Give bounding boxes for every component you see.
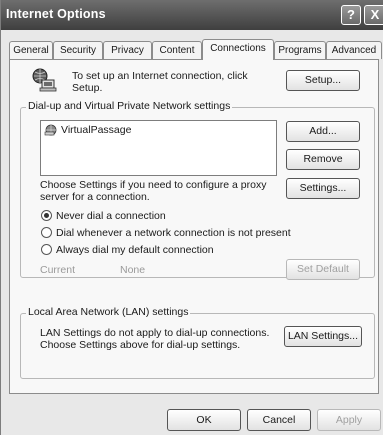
lan-settings-legend: Local Area Network (LAN) settings [26, 306, 191, 318]
tab-programs[interactable]: Programs [274, 41, 326, 59]
radio-dial-when-no-network-label: Dial whenever a network connection is no… [56, 227, 291, 239]
tab-strip: General Security Privacy Content Connect… [1, 39, 383, 61]
internet-options-dialog: Internet Options ? X General Security Pr… [0, 0, 383, 435]
radio-never-dial[interactable]: Never dial a connection [41, 209, 271, 223]
lan-text-line2: Choose Settings above for dial-up settin… [40, 339, 241, 351]
tab-content[interactable]: Content [152, 41, 202, 59]
ok-button[interactable]: OK [167, 409, 241, 431]
connection-name: VirtualPassage [61, 124, 132, 136]
radio-always-dial[interactable]: Always dial my default connection [41, 243, 281, 257]
add-button[interactable]: Add... [286, 121, 360, 142]
tab-privacy[interactable]: Privacy [103, 41, 152, 59]
radio-never-dial-label: Never dial a connection [56, 210, 166, 222]
lan-settings-button[interactable]: LAN Settings... [284, 326, 362, 347]
remove-button[interactable]: Remove [286, 149, 360, 170]
setup-text-line2: Setup. [72, 82, 103, 94]
cancel-button[interactable]: Cancel [247, 409, 311, 431]
current-label: Current [40, 264, 76, 276]
connections-listbox[interactable]: VirtualPassage [40, 120, 277, 176]
radio-never-dial-indicator[interactable] [41, 210, 52, 221]
tab-advanced[interactable]: Advanced [326, 41, 382, 59]
dialup-connection-icon [44, 123, 58, 139]
help-button[interactable]: ? [341, 5, 361, 25]
settings-button[interactable]: Settings... [286, 178, 360, 199]
list-item[interactable]: VirtualPassage [44, 123, 272, 137]
setup-text-line1: To set up an Internet connection, click [72, 70, 248, 82]
apply-button[interactable]: Apply [317, 409, 381, 431]
radio-always-dial-label: Always dial my default connection [56, 244, 214, 256]
tab-connections[interactable]: Connections [202, 39, 274, 60]
close-button[interactable]: X [364, 5, 383, 25]
radio-dial-when-no-network-indicator[interactable] [41, 227, 52, 238]
set-default-button[interactable]: Set Default [286, 259, 360, 280]
title-bar[interactable]: Internet Options ? X [1, 0, 383, 30]
network-connection-icon [31, 67, 57, 93]
proxy-text-line2: server for a connection. [40, 191, 150, 203]
window-title: Internet Options [6, 7, 106, 21]
current-value: None [120, 264, 146, 276]
dialup-vpn-legend: Dial-up and Virtual Private Network sett… [26, 100, 233, 112]
proxy-text-line1: Choose Settings if you need to configure… [40, 179, 267, 191]
radio-always-dial-indicator[interactable] [41, 244, 52, 255]
tab-general[interactable]: General [9, 41, 53, 59]
lan-text-line1: LAN Settings do not apply to dial-up con… [40, 327, 270, 339]
setup-button[interactable]: Setup... [286, 70, 360, 91]
tab-security[interactable]: Security [53, 41, 103, 59]
radio-dial-when-no-network[interactable]: Dial whenever a network connection is no… [41, 226, 361, 240]
connections-panel: To set up an Internet connection, click … [9, 59, 379, 394]
